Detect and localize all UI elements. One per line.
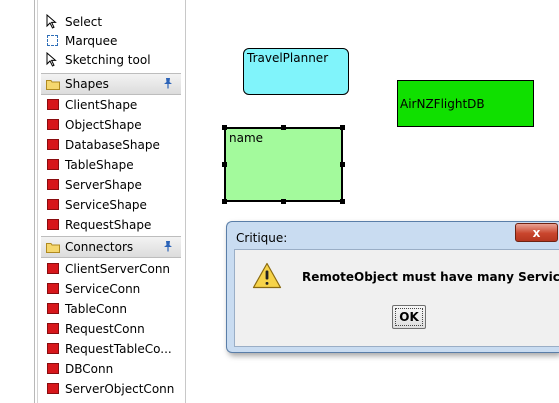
palette-connector-item[interactable]: ServerObjectConn — [41, 379, 181, 398]
palette-connector-item[interactable]: RequestConn — [41, 319, 181, 338]
dialog-body: RemoteObject must have many Service OK — [234, 249, 559, 347]
item-label: RequestShape — [65, 217, 152, 232]
folder-icon — [46, 242, 60, 253]
red-square-icon — [47, 179, 59, 190]
palette-connector-item[interactable]: DBConn — [41, 359, 181, 378]
item-label: ServiceConn — [65, 281, 141, 296]
red-square-icon — [47, 99, 59, 110]
arrow-pointer-icon — [45, 52, 59, 68]
dialog-title: Critique: — [236, 231, 288, 245]
close-icon: x — [532, 225, 541, 240]
palette-shape-item[interactable]: ServerShape — [41, 175, 181, 194]
red-square-icon — [47, 219, 59, 230]
item-label: ClientShape — [65, 97, 138, 112]
resize-handle[interactable] — [222, 125, 227, 130]
palette-tool-marquee[interactable]: Marquee — [41, 31, 181, 50]
item-label: ServerShape — [65, 177, 142, 192]
warning-icon — [252, 262, 282, 289]
palette-shape-item[interactable]: ClientShape — [41, 95, 181, 114]
resize-handle[interactable] — [222, 199, 227, 204]
item-label: ServiceShape — [65, 197, 147, 212]
item-label: ClientServerConn — [65, 261, 171, 276]
left-edge-line — [34, 0, 35, 403]
palette-tool-select[interactable]: Select — [41, 12, 181, 31]
palette-connector-item[interactable]: RequestTableCo... — [41, 339, 181, 358]
item-label: RequestConn — [65, 321, 145, 336]
palette-shape-item[interactable]: ObjectShape — [41, 115, 181, 134]
resize-handle[interactable] — [222, 162, 227, 167]
resize-handle[interactable] — [281, 199, 286, 204]
pin-icon[interactable] — [163, 240, 173, 252]
marquee-icon — [45, 33, 59, 49]
shape-label: TravelPlanner — [247, 51, 329, 65]
tool-label: Marquee — [65, 33, 118, 48]
palette-tool-sketching[interactable]: Sketching tool — [41, 50, 181, 69]
resize-handle[interactable] — [281, 125, 286, 130]
palette-shape-item[interactable]: TableShape — [41, 155, 181, 174]
item-label: RequestTableCo... — [65, 341, 172, 356]
arrow-pointer-icon — [45, 14, 59, 30]
shape-label: name — [229, 131, 264, 145]
critique-dialog: Critique: x RemoteObject must have many … — [226, 221, 559, 353]
ok-button[interactable]: OK — [392, 305, 426, 329]
palette-shape-item[interactable]: DatabaseShape — [41, 135, 181, 154]
folder-icon — [46, 79, 60, 90]
red-square-icon — [47, 119, 59, 130]
palette-shape-item[interactable]: RequestShape — [41, 215, 181, 234]
red-square-icon — [47, 363, 59, 374]
item-label: DBConn — [65, 361, 114, 376]
red-square-icon — [47, 283, 59, 294]
ok-label: OK — [399, 310, 419, 324]
drawer-connectors[interactable]: Connectors — [41, 236, 181, 258]
resize-handle[interactable] — [340, 199, 345, 204]
red-square-icon — [47, 159, 59, 170]
palette-connector-item[interactable]: ServiceConn — [41, 279, 181, 298]
red-square-icon — [47, 303, 59, 314]
dialog-message: RemoteObject must have many Service — [302, 270, 559, 284]
travel-planner-shape[interactable]: TravelPlanner — [243, 48, 349, 95]
close-button[interactable]: x — [515, 223, 558, 242]
item-label: DatabaseShape — [65, 137, 160, 152]
tool-label: Select — [65, 14, 103, 29]
red-square-icon — [47, 323, 59, 334]
red-square-icon — [47, 383, 59, 394]
name-shape-selected[interactable]: name — [222, 125, 345, 204]
item-label: ObjectShape — [65, 117, 142, 132]
palette-connector-item[interactable]: ClientServerConn — [41, 259, 181, 278]
red-square-icon — [47, 139, 59, 150]
pin-icon[interactable] — [163, 77, 173, 89]
palette: Select Marquee Sketching tool Shapes Cli… — [39, 0, 186, 403]
resize-handle[interactable] — [340, 125, 345, 130]
item-label: ServerObjectConn — [65, 381, 175, 396]
item-label: TableConn — [65, 301, 127, 316]
red-square-icon — [47, 343, 59, 354]
red-square-icon — [47, 263, 59, 274]
palette-shape-item[interactable]: ServiceShape — [41, 195, 181, 214]
drawer-label: Connectors — [65, 240, 134, 254]
resize-handle[interactable] — [340, 162, 345, 167]
drawer-shapes[interactable]: Shapes — [41, 73, 181, 95]
item-label: TableShape — [65, 157, 134, 172]
red-square-icon — [47, 199, 59, 210]
airnz-flightdb-shape[interactable]: AirNZFlightDB — [397, 80, 534, 127]
drawer-label: Shapes — [65, 77, 109, 91]
palette-connector-item[interactable]: TableConn — [41, 299, 181, 318]
left-edge-line-inner — [37, 0, 38, 403]
tool-label: Sketching tool — [65, 52, 151, 67]
shape-label: AirNZFlightDB — [400, 96, 485, 111]
